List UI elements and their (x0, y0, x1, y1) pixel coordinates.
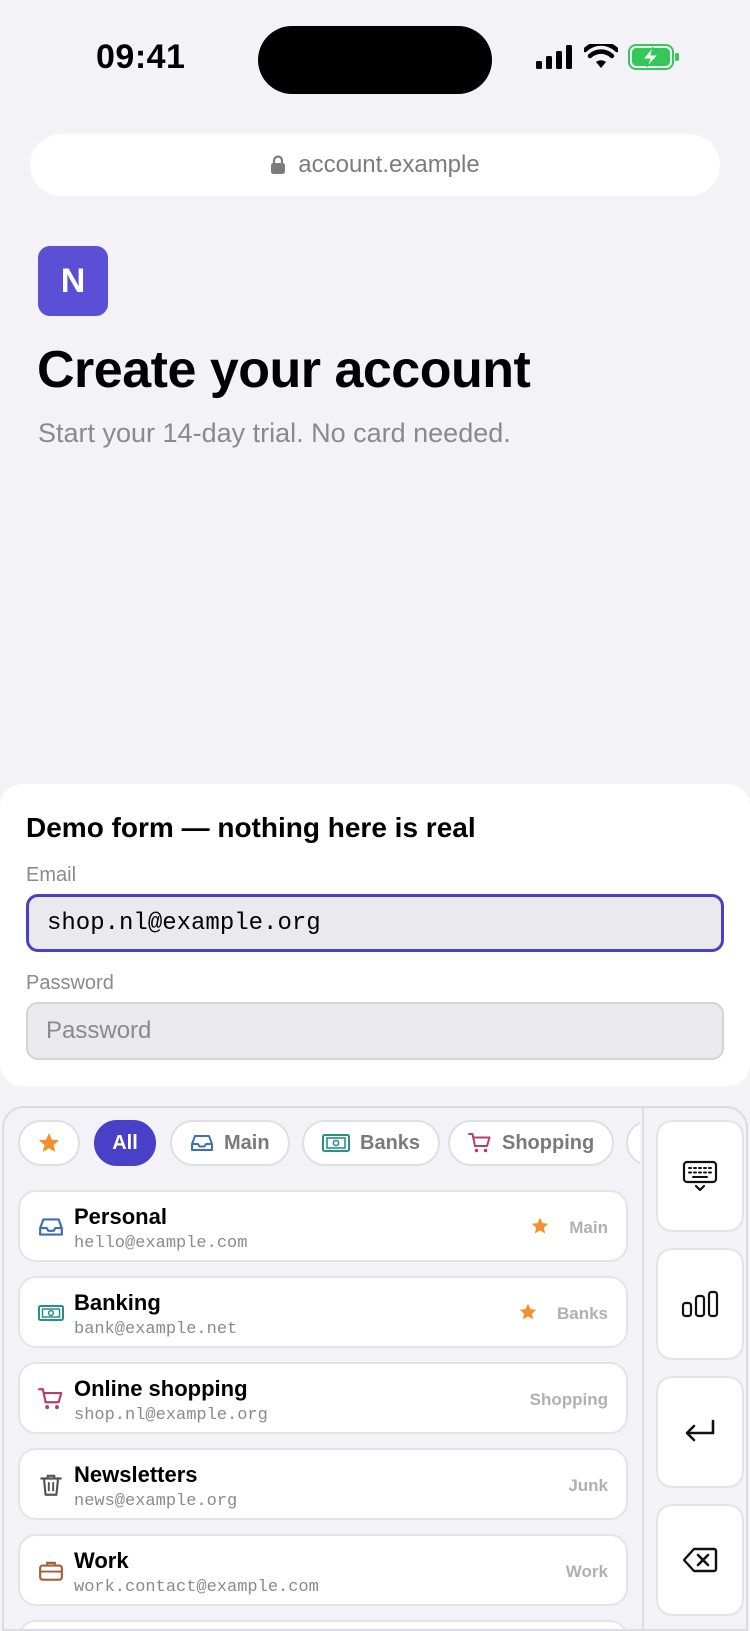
account-email: news@example.org (74, 1492, 238, 1511)
backspace-button[interactable] (656, 1504, 744, 1616)
filter-main-label: Main (224, 1131, 270, 1154)
battery-charging-icon (628, 44, 679, 70)
account-tag: Junk (568, 1476, 608, 1495)
return-button[interactable] (656, 1376, 744, 1488)
stats-button[interactable] (656, 1248, 744, 1360)
backspace-icon (682, 1547, 718, 1573)
bar-chart-icon (681, 1290, 719, 1318)
filter-banks[interactable]: Banks (302, 1120, 441, 1166)
account-row-newsletters[interactable]: Newsletters news@example.org Junk (18, 1448, 628, 1520)
wifi-icon (584, 44, 618, 68)
status-time: 09:41 (96, 38, 186, 76)
page-title: Create your account (37, 341, 531, 399)
account-row-banking[interactable]: Banking bank@example.net Banks (18, 1276, 628, 1348)
filter-chips: All Main Banks Shopping (18, 1120, 640, 1168)
cart-icon (468, 1133, 491, 1153)
panel-divider (642, 1108, 644, 1629)
lock-icon (271, 155, 286, 174)
filter-more[interactable] (626, 1120, 640, 1166)
favorite-star-icon (531, 1217, 549, 1234)
filter-favorites[interactable] (18, 1120, 80, 1166)
autofill-keyboard: All Main Banks Shopping Personal hello@e… (2, 1106, 748, 1631)
account-email: bank@example.net (74, 1320, 238, 1339)
account-name: Banking (74, 1290, 161, 1315)
account-row-personal[interactable]: Personal hello@example.com Main (18, 1190, 628, 1262)
account-row-online-shopping[interactable]: Online shopping shop.nl@example.org Shop… (18, 1362, 628, 1434)
url-text: account.example (298, 151, 480, 178)
cart-icon (38, 1388, 63, 1410)
email-value: shop.nl@example.org (47, 909, 321, 937)
return-icon (685, 1419, 715, 1442)
keyboard-hide-icon (682, 1160, 718, 1192)
account-row-partial[interactable] (18, 1620, 628, 1629)
account-name: Newsletters (74, 1462, 198, 1487)
hide-keyboard-button[interactable] (656, 1120, 744, 1232)
account-tag: Shopping (529, 1390, 608, 1409)
banknote-icon (322, 1134, 350, 1152)
filter-shopping[interactable]: Shopping (448, 1120, 615, 1166)
account-tag: Work (565, 1562, 608, 1581)
inbox-icon (191, 1135, 213, 1151)
url-bar[interactable]: account.example (30, 134, 720, 196)
password-field[interactable]: Password (26, 1002, 724, 1060)
account-email: shop.nl@example.org (74, 1406, 268, 1425)
form-heading: Demo form — nothing here is real (26, 812, 476, 843)
trash-icon (40, 1474, 62, 1496)
filter-all-label: All (112, 1131, 138, 1154)
star-icon (39, 1133, 59, 1152)
signal-icon (536, 45, 572, 69)
account-tag: Main (569, 1218, 608, 1237)
status-icons (536, 44, 680, 70)
account-email: hello@example.com (74, 1234, 248, 1253)
favorite-star-icon (519, 1303, 537, 1320)
account-name: Personal (74, 1204, 167, 1229)
email-label: Email (26, 864, 77, 886)
page-subtitle: Start your 14-day trial. No card needed. (38, 418, 511, 448)
filter-banks-label: Banks (360, 1131, 421, 1154)
account-row-work[interactable]: Work work.contact@example.com Work (18, 1534, 628, 1606)
account-name: Work (74, 1548, 129, 1573)
banknote-icon (38, 1305, 64, 1321)
filter-shopping-label: Shopping (502, 1131, 595, 1154)
password-label: Password (26, 972, 114, 994)
briefcase-icon (39, 1561, 63, 1581)
app-logo: N (38, 246, 108, 316)
password-placeholder: Password (46, 1017, 152, 1044)
email-field[interactable]: shop.nl@example.org (26, 894, 724, 952)
account-tag: Banks (556, 1304, 608, 1323)
dynamic-island (258, 26, 492, 94)
inbox-icon (39, 1218, 63, 1236)
filter-main[interactable]: Main (170, 1120, 290, 1166)
status-bar: 09:41 (0, 0, 750, 120)
account-name: Online shopping (74, 1376, 248, 1401)
account-email: work.contact@example.com (74, 1578, 319, 1597)
signup-form: Demo form — nothing here is real Email s… (0, 784, 750, 1086)
filter-all[interactable]: All (94, 1120, 156, 1166)
